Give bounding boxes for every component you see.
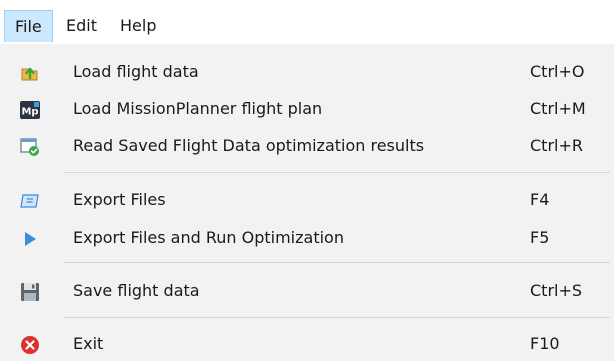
menu-item-shortcut: F4 [530,190,550,209]
menu-item-shortcut: F10 [530,334,560,353]
menu-item-export-and-run[interactable]: Export Files and Run Optimization F5 [0,219,614,257]
menu-item-shortcut: Ctrl+O [530,62,585,81]
menu-item-shortcut: Ctrl+S [530,281,583,300]
play-icon [20,229,40,249]
menu-item-export-files[interactable]: Export Files F4 [0,181,614,219]
menu-item-shortcut: Ctrl+M [530,99,586,118]
menu-item-label: Read Saved Flight Data optimization resu… [73,136,425,155]
menu-item-label: Save flight data [73,281,200,300]
menu-item-load-flight-data[interactable]: Load flight data Ctrl+O [0,53,614,91]
window-check-icon [20,137,40,157]
menu-edit[interactable]: Edit [56,10,107,42]
svg-text:Mp: Mp [21,107,38,118]
menu-bar: File Edit Help [0,0,614,45]
menu-item-shortcut: Ctrl+R [530,136,583,155]
menu-item-label: Load MissionPlanner flight plan [73,99,323,118]
folder-up-icon [20,63,40,83]
missionplanner-icon: Mp [20,100,40,120]
menu-separator [64,172,610,173]
export-icon [20,191,40,211]
menu-item-load-missionplanner-plan[interactable]: Mp Load MissionPlanner flight plan Ctrl+… [0,90,614,128]
close-circle-icon [20,335,40,355]
menu-item-exit[interactable]: Exit F10 [0,325,614,363]
menu-item-label: Export Files [73,190,166,209]
menu-item-read-saved-results[interactable]: Read Saved Flight Data optimization resu… [0,127,614,165]
menu-separator [64,262,610,263]
menu-item-save-flight-data[interactable]: Save flight data Ctrl+S [0,272,614,310]
menu-separator [64,317,610,318]
file-menu-dropdown: Load flight data Ctrl+O Mp Load MissionP… [0,44,614,361]
floppy-disk-icon [20,282,40,302]
menu-item-label: Load flight data [73,62,199,81]
menu-item-shortcut: F5 [530,228,550,247]
menu-help[interactable]: Help [110,10,166,42]
menu-item-label: Export Files and Run Optimization [73,228,344,247]
menu-file[interactable]: File [4,10,53,42]
menu-item-label: Exit [73,334,104,353]
